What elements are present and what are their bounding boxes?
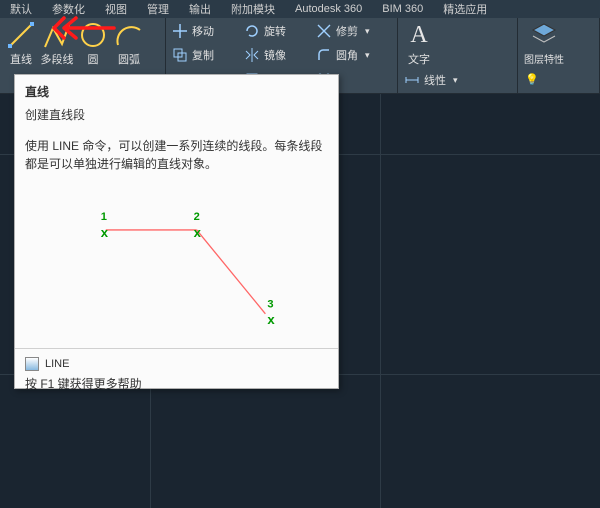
- line-icon: [6, 20, 36, 50]
- circle-button[interactable]: 圆: [76, 20, 110, 67]
- tooltip-preview: 1 x 2 x 3 x: [25, 183, 328, 348]
- mirror-icon: [244, 47, 260, 63]
- polyline-button[interactable]: 多段线: [40, 20, 74, 67]
- tooltip-title: 直线: [25, 83, 328, 100]
- tooltip-description: 使用 LINE 命令，可以创建一系列连续的线段。每条线段都是可以单独进行编辑的直…: [15, 123, 338, 173]
- arc-icon: [114, 20, 144, 50]
- linear-dim-icon: [404, 72, 420, 88]
- copy-button[interactable]: 复制: [170, 44, 240, 66]
- fillet-icon: [316, 47, 332, 63]
- linear-dim-button[interactable]: 线性: [402, 69, 480, 91]
- tab-bim360[interactable]: BIM 360: [372, 3, 433, 15]
- svg-text:x: x: [267, 312, 275, 327]
- mirror-button[interactable]: 镜像: [242, 44, 312, 66]
- tab-a360[interactable]: Autodesk 360: [285, 3, 372, 15]
- circle-icon: [78, 20, 108, 50]
- panel-annotation: A 文字 线性 引线 表格 注释▾: [398, 18, 518, 93]
- rotate-icon: [244, 23, 260, 39]
- tooltip-subtitle: 创建直线段: [25, 106, 328, 123]
- svg-text:1: 1: [101, 211, 107, 223]
- panel-layers: 图层特性 💡: [518, 18, 600, 93]
- tab-output[interactable]: 输出: [179, 1, 221, 17]
- tooltip-card: 直线 创建直线段 使用 LINE 命令，可以创建一系列连续的线段。每条线段都是可…: [14, 74, 339, 389]
- layer-row1[interactable]: 💡: [522, 68, 552, 90]
- tab-default[interactable]: 默认: [0, 1, 42, 17]
- line-label: 直线: [10, 51, 32, 67]
- tab-view[interactable]: 视图: [95, 1, 137, 17]
- polyline-label: 多段线: [41, 51, 74, 67]
- preview-segment-2: [197, 230, 266, 314]
- layers-icon: [529, 20, 559, 50]
- trim-button[interactable]: 修剪: [314, 20, 384, 42]
- bulb-icon: 💡: [524, 71, 540, 87]
- line-button[interactable]: 直线: [4, 20, 38, 67]
- rotate-button[interactable]: 旋转: [242, 20, 312, 42]
- tooltip-help-hint: 按 F1 键获得更多帮助: [25, 375, 328, 392]
- layer-props-button[interactable]: 图层特性: [522, 20, 566, 66]
- text-button[interactable]: A 文字: [402, 20, 436, 67]
- polyline-icon: [42, 20, 72, 50]
- tab-parametric[interactable]: 参数化: [42, 1, 95, 17]
- trim-icon: [316, 23, 332, 39]
- tab-addins[interactable]: 附加模块: [221, 1, 285, 17]
- tab-featured[interactable]: 精选应用: [433, 1, 497, 17]
- svg-text:2: 2: [194, 211, 200, 223]
- arc-button[interactable]: 圆弧: [112, 20, 146, 67]
- fillet-button[interactable]: 圆角: [314, 44, 384, 66]
- tab-manage[interactable]: 管理: [137, 1, 179, 17]
- text-icon: A: [404, 20, 434, 50]
- ribbon-tabs: 默认 参数化 视图 管理 输出 附加模块 Autodesk 360 BIM 36…: [0, 0, 600, 18]
- copy-icon: [172, 47, 188, 63]
- svg-text:x: x: [101, 225, 109, 240]
- tooltip-command: LINE: [25, 357, 328, 371]
- move-button[interactable]: 移动: [170, 20, 240, 42]
- move-icon: [172, 23, 188, 39]
- arc-label: 圆弧: [118, 51, 140, 67]
- svg-text:3: 3: [267, 299, 273, 311]
- command-icon: [25, 357, 39, 371]
- circle-label: 圆: [88, 51, 99, 67]
- svg-text:x: x: [194, 225, 202, 240]
